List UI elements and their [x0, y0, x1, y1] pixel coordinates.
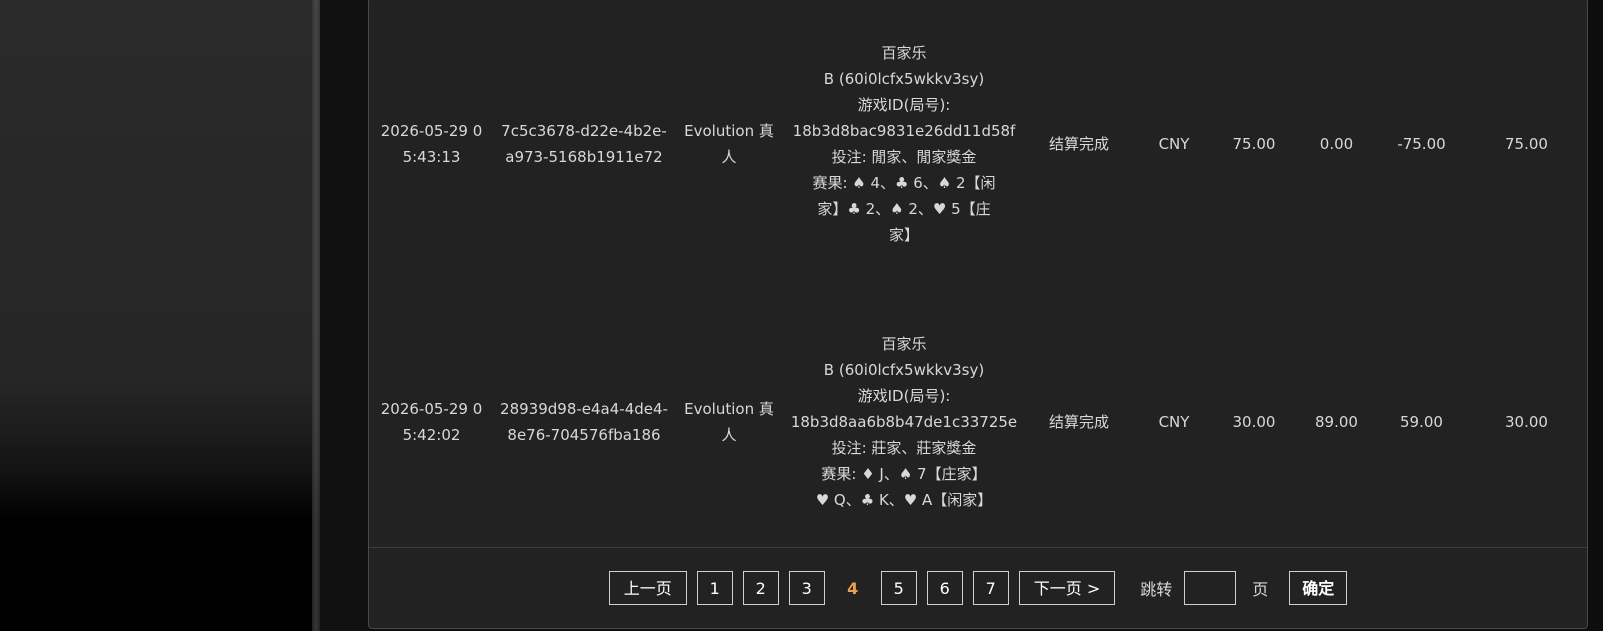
detail-game: 百家乐	[881, 334, 927, 353]
cell-win-loss: 59.00	[1400, 412, 1443, 431]
cell-valid-bet: 75.00	[1505, 135, 1548, 153]
confirm-jump-button[interactable]: 确定	[1289, 571, 1348, 605]
cell-payout: 89.00	[1315, 412, 1358, 431]
page-6-button[interactable]: 6	[926, 571, 963, 605]
detail-game: 百家乐	[881, 44, 927, 62]
detail-table: B (60i0lcfx5wkkv3sy)	[823, 360, 985, 379]
cell-detail: 百家乐 B (60i0lcfx5wkkv3sy) 游戏ID(局号): 18b3d…	[784, 289, 1024, 554]
cell-valid-bet: 30.00	[1505, 412, 1548, 431]
detail-game-id: 18b3d8bac9831e26dd11d58f	[792, 122, 1016, 140]
cell-time: 2026-05-29 05:43:13	[380, 122, 483, 166]
page-2-button[interactable]: 2	[742, 571, 779, 605]
background-gap	[320, 0, 368, 631]
cell-status: 结算完成	[1048, 412, 1109, 431]
detail-bet: 投注: 閒家、閒家獎金	[831, 148, 977, 166]
page-7-button[interactable]: 7	[972, 571, 1009, 605]
current-page-indicator: 4	[847, 578, 859, 598]
cell-platform: Evolution 真人	[684, 122, 774, 166]
records-panel: 2026-05-29 05:43:13 7c5c3678-d22e-4b2e-a…	[368, 0, 1588, 629]
detail-bet: 投注: 莊家、莊家獎金	[831, 438, 977, 457]
cell-currency: CNY	[1158, 135, 1190, 153]
left-sidebar	[0, 0, 320, 631]
cell-status: 结算完成	[1048, 135, 1109, 153]
detail-result-2: 家】♣ 2、♠ 2、♥ 5【庄	[817, 200, 991, 218]
page-3-button[interactable]: 3	[788, 571, 825, 605]
cell-payout: 0.00	[1319, 135, 1354, 153]
page-5-button[interactable]: 5	[880, 571, 917, 605]
cell-bet-amount: 75.00	[1232, 135, 1276, 153]
pagination: 上一页 1 2 3 4 5 6 7 下一页 > 跳转 页 确定	[369, 571, 1587, 605]
cell-detail: 百家乐 B (60i0lcfx5wkkv3sy) 游戏ID(局号): 18b3d…	[784, 0, 1024, 289]
cell-order-id: 7c5c3678-d22e-4b2e-a973-5168b1911e72	[501, 122, 667, 166]
cell-win-loss: -75.00	[1397, 135, 1446, 153]
bet-records-table: 2026-05-29 05:43:13 7c5c3678-d22e-4b2e-a…	[369, 0, 1589, 554]
next-page-button[interactable]: 下一页 >	[1018, 571, 1116, 605]
table-row[interactable]: 2026-05-29 05:43:13 7c5c3678-d22e-4b2e-a…	[369, 0, 1589, 289]
page-word-label: 页	[1252, 580, 1269, 599]
jump-page-input[interactable]	[1184, 571, 1237, 605]
detail-result-3: 家】	[888, 226, 919, 244]
sidebar-edge	[312, 0, 320, 631]
cell-currency: CNY	[1158, 412, 1190, 431]
cell-bet-amount: 30.00	[1232, 412, 1276, 431]
detail-game-id-label: 游戏ID(局号):	[857, 386, 951, 405]
cell-time: 2026-05-29 05:42:02	[380, 399, 483, 444]
prev-page-button[interactable]: 上一页	[608, 571, 687, 605]
pager-divider	[369, 547, 1587, 548]
detail-result-1: 赛果: ♠ 4、♣ 6、♠ 2【闲	[812, 174, 996, 192]
table-row[interactable]: 2026-05-29 05:42:02 28939d98-e4a4-4de4-8…	[369, 289, 1589, 554]
detail-result-1: 赛果: ♦ J、♠ 7【庄家】	[821, 464, 987, 483]
detail-table: B (60i0lcfx5wkkv3sy)	[823, 70, 985, 88]
cell-order-id: 28939d98-e4a4-4de4-8e76-704576fba186	[500, 399, 668, 444]
page-1-button[interactable]: 1	[696, 571, 733, 605]
jump-label: 跳转	[1140, 580, 1173, 599]
detail-result-2: ♥ Q、♣ K、♥ A【闲家】	[815, 490, 993, 509]
detail-game-id-label: 游戏ID(局号):	[857, 96, 951, 114]
right-background-strip	[1588, 0, 1603, 631]
cell-platform: Evolution 真人	[684, 399, 774, 444]
detail-game-id: 18b3d8aa6b8b47de1c33725e	[790, 412, 1018, 431]
